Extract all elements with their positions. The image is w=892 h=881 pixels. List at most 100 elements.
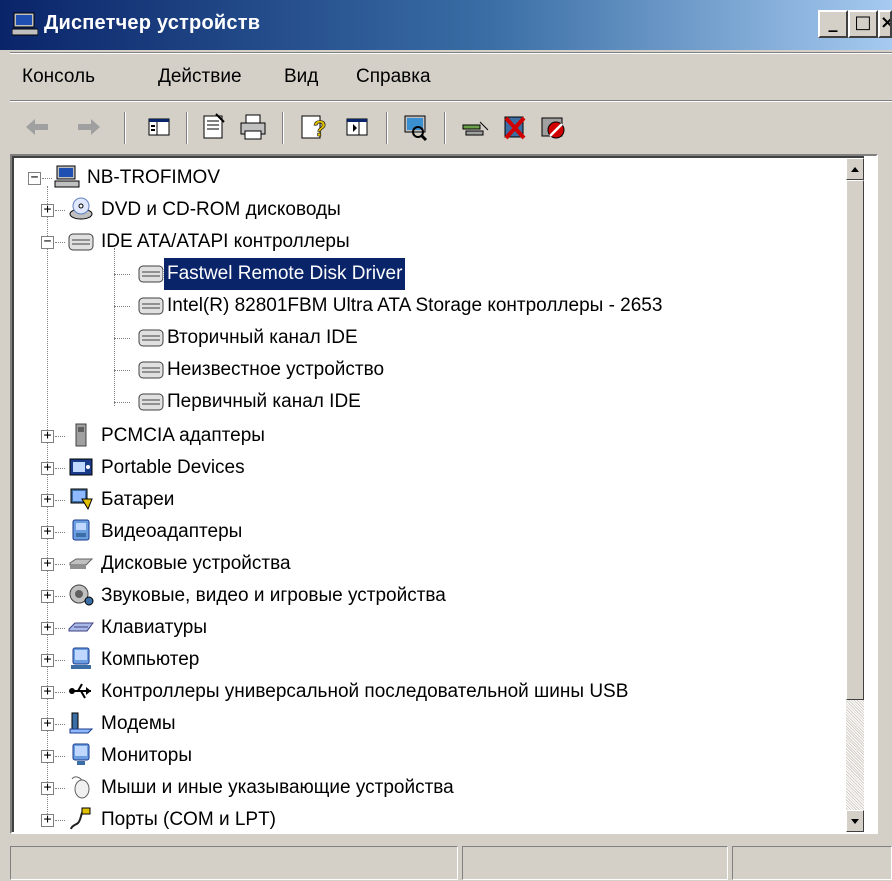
tree-category[interactable]: + Дисковые устройства — [28, 548, 728, 580]
tree-category[interactable]: + Звуковые, видео и игровые устройства — [28, 580, 778, 612]
expand-icon[interactable]: + — [41, 749, 54, 763]
tree-category[interactable]: + DVD и CD-ROM дисководы — [28, 194, 728, 226]
device-label: Intel(R) 82801FBM Ultra ATA Storage конт… — [167, 295, 663, 316]
tree-category[interactable]: + Мыши и иные указывающие устройства — [28, 772, 728, 804]
tree-line — [42, 178, 52, 179]
tree-category[interactable]: + Порты (COM и LPT) — [28, 804, 728, 832]
expand-icon[interactable]: + — [41, 621, 54, 635]
tree-category[interactable]: + Компьютер — [28, 644, 728, 676]
tree-line — [55, 724, 65, 725]
tree-line — [55, 596, 65, 597]
tree-line — [55, 628, 65, 629]
tree-line — [55, 692, 65, 693]
uninstall-icon[interactable] — [498, 110, 532, 144]
expand-icon[interactable]: + — [41, 493, 54, 507]
category-label: Контроллеры универсальной последовательн… — [101, 681, 629, 702]
tree-category[interactable]: + Клавиатуры — [28, 612, 728, 644]
expand-icon[interactable]: + — [41, 557, 54, 571]
help-icon[interactable]: ? — [296, 110, 330, 144]
tree-category[interactable]: + Модемы — [28, 708, 728, 740]
device-label-selected: Fastwel Remote Disk Driver — [162, 257, 407, 291]
tree-category[interactable]: − IDE ATA/ATAPI контроллеры — [28, 226, 728, 258]
menu-view[interactable]: Вид — [284, 66, 318, 88]
scroll-thumb[interactable] — [846, 180, 864, 700]
divider — [10, 100, 892, 102]
tree-device[interactable]: Неизвестное устройство — [104, 354, 804, 386]
scroll-down-button[interactable] — [846, 810, 864, 832]
expand-icon[interactable]: + — [41, 813, 54, 827]
update-driver-icon[interactable] — [458, 110, 492, 144]
tree-category[interactable]: + Мониторы — [28, 740, 728, 772]
title-bar[interactable]: Диспетчер устройств _ □ × — [0, 0, 892, 50]
scroll-track[interactable] — [846, 700, 864, 810]
tree-line — [114, 402, 130, 403]
tree-line — [114, 306, 130, 307]
expand-icon[interactable]: + — [41, 717, 54, 731]
expand-icon[interactable]: + — [41, 203, 54, 217]
expand-icon[interactable]: + — [41, 685, 54, 699]
minimize-button[interactable]: _ — [818, 10, 848, 38]
device-tree[interactable]: − NB-TROFIMOV + DVD и CD-ROM дисководы −… — [10, 154, 878, 834]
window-title: Диспетчер устройств — [44, 12, 261, 34]
ide-controller-icon — [68, 233, 94, 251]
show-hide-tree-icon[interactable] — [142, 110, 176, 144]
battery-icon — [70, 488, 93, 511]
tree-line — [114, 370, 130, 371]
tree-device[interactable]: Intel(R) 82801FBM Ultra ATA Storage конт… — [104, 290, 854, 322]
divider — [10, 52, 892, 54]
expand-icon[interactable]: + — [41, 589, 54, 603]
category-label: Дисковые устройства — [101, 553, 291, 574]
view-icon[interactable] — [340, 110, 374, 144]
portable-device-icon — [69, 458, 93, 476]
mouse-icon — [71, 776, 90, 799]
back-arrow-icon[interactable] — [20, 110, 54, 144]
forward-arrow-icon[interactable] — [72, 110, 106, 144]
collapse-icon[interactable]: − — [28, 171, 41, 185]
scan-hardware-icon[interactable] — [398, 110, 432, 144]
toolbar-separator — [282, 112, 284, 144]
computer-icon — [12, 12, 38, 36]
tree-category[interactable]: + Контроллеры универсальной последовател… — [28, 676, 828, 708]
properties-icon[interactable] — [196, 110, 230, 144]
tree-device[interactable]: Вторичный канал IDE — [104, 322, 804, 354]
tree-root[interactable]: − NB-TROFIMOV — [28, 162, 428, 194]
expand-icon[interactable]: + — [41, 429, 54, 443]
category-label: Клавиатуры — [101, 617, 208, 638]
tree-line — [55, 436, 65, 437]
maximize-button[interactable]: □ — [848, 10, 878, 38]
disable-icon[interactable] — [536, 110, 570, 144]
ide-controller-icon — [138, 265, 164, 283]
expand-icon[interactable]: + — [41, 461, 54, 475]
expand-icon[interactable]: + — [41, 781, 54, 795]
vertical-scrollbar[interactable] — [846, 158, 864, 832]
ide-controller-icon — [138, 393, 164, 411]
category-label: DVD и CD-ROM дисководы — [101, 199, 341, 220]
menu-console[interactable]: Консоль — [22, 66, 95, 88]
category-label: Portable Devices — [101, 457, 245, 478]
scroll-up-button[interactable] — [846, 158, 864, 180]
menu-action[interactable]: Действие — [158, 66, 242, 88]
collapse-icon[interactable]: − — [41, 235, 54, 249]
print-icon[interactable] — [236, 110, 270, 144]
tree-category[interactable]: + Видеоадаптеры — [28, 516, 728, 548]
tree-category[interactable]: + Батареи — [28, 484, 728, 516]
menu-bar: Консоль Действие Вид Справка — [0, 56, 892, 98]
expand-icon[interactable]: + — [41, 525, 54, 539]
category-label: Звуковые, видео и игровые устройства — [101, 585, 446, 606]
toolbar-separator — [444, 112, 446, 144]
tree-category[interactable]: + PCMCIA адаптеры — [28, 420, 728, 452]
close-button[interactable]: × — [878, 10, 892, 38]
tree-line — [55, 532, 65, 533]
category-label: Модемы — [101, 713, 176, 734]
tree-category[interactable]: + Portable Devices — [28, 452, 728, 484]
arrow-down-icon — [851, 819, 859, 824]
tree-device[interactable]: Fastwel Remote Disk Driver — [104, 257, 804, 291]
category-label: Порты (COM и LPT) — [101, 809, 277, 830]
expand-icon[interactable]: + — [41, 653, 54, 667]
sound-icon — [69, 584, 94, 606]
menu-help[interactable]: Справка — [356, 66, 431, 88]
tree-device[interactable]: Первичный канал IDE — [104, 386, 804, 418]
category-label: Батареи — [101, 489, 175, 510]
status-bar — [0, 842, 892, 881]
monitor-icon — [72, 743, 90, 765]
